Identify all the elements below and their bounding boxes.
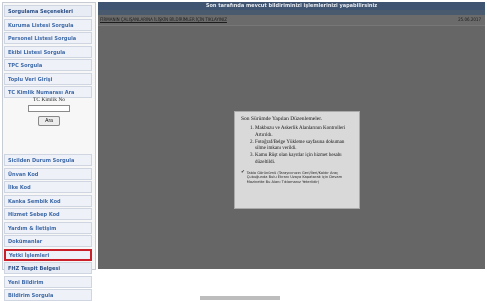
- sidebar-item[interactable]: İlke Kod: [4, 181, 92, 193]
- tc-search-panel: TC Kimlik No Ara: [5, 97, 93, 126]
- sidebar-item[interactable]: Kanka Sembik Kod: [4, 194, 92, 207]
- dialog-list: Makbuzu ve Askerlik Alanlarının Kontroll…: [241, 126, 353, 166]
- page-title: Son tarafında mevcut bildiriminizi işlem…: [205, 3, 378, 9]
- sidebar-item[interactable]: Dokümanlar: [4, 235, 92, 247]
- sidebar-item[interactable]: FHZ Tespit Belgesi: [4, 262, 92, 274]
- sidebar-item[interactable]: Ünvan Kod: [4, 167, 92, 180]
- sidebar-item[interactable]: Yeni Bildirim: [4, 275, 92, 288]
- footer-bar: [200, 296, 280, 300]
- sidebar-item[interactable]: Sorgulama Seçenekleri: [4, 5, 92, 17]
- tc-label: TC Kimlik No: [32, 97, 66, 103]
- sidebar-item[interactable]: Hizmet Sebep Kod: [4, 208, 92, 220]
- sidebar-item[interactable]: Yetki İşlemleri: [4, 248, 92, 261]
- sidebar-item[interactable]: Ekibi Listesi Sorgula: [4, 45, 92, 58]
- sidebar-item[interactable]: Toplu Veri Girişi: [4, 72, 92, 85]
- sidebar-item[interactable]: TPC Sorgula: [4, 59, 92, 71]
- sidebar-item[interactable]: Kuruma Listesi Sorgula: [4, 18, 92, 31]
- dialog-list-item: Makbuzu ve Askerlik Alanlarının Kontroll…: [255, 126, 353, 139]
- dialog-note: ✔ Tablo Görünümü (Tarayıcınızın Geri/İle…: [241, 170, 353, 184]
- tc-input[interactable]: [28, 105, 70, 112]
- table-row: FİRMANIN ÇALIŞANLARINA İLİŞKİN BİLDİRİML…: [98, 15, 485, 26]
- search-button[interactable]: Ara: [38, 116, 60, 126]
- sidebar: Sorgulama Seçenekleri Kuruma Listesi Sorg…: [2, 2, 96, 301]
- dialog-title: Son Sürümde Yapılan Düzenlemeler.: [241, 116, 323, 122]
- sidebar-item[interactable]: Yardım & İletişim: [4, 221, 92, 234]
- release-notes-dialog: Son Sürümde Yapılan Düzenlemeler. Makbuz…: [234, 111, 360, 209]
- sidebar-item[interactable]: Personel Listesi Sorgula: [4, 32, 92, 44]
- check-icon: ✔: [241, 170, 245, 175]
- row-link[interactable]: FİRMANIN ÇALIŞANLARINA İLİŞKİN BİLDİRİML…: [100, 16, 227, 23]
- sidebar-item[interactable]: Bildirim Sorgula: [4, 289, 92, 301]
- dialog-list-item: Kamu Rüşt olan kayıtlar için hizmet hesa…: [255, 153, 353, 166]
- dialog-note-text: Tablo Görünümü (Tarayıcınızın Geri/İleri…: [246, 171, 343, 184]
- row-date: 25.06.2017: [458, 17, 481, 22]
- main-header: Son tarafında mevcut bildiriminizi işlem…: [98, 2, 485, 10]
- sidebar-item[interactable]: Sicilden Durum Sorgula: [4, 154, 92, 166]
- dialog-list-item: Fotoğraf/Belge Yükleme sayfasına dokuman…: [255, 140, 353, 153]
